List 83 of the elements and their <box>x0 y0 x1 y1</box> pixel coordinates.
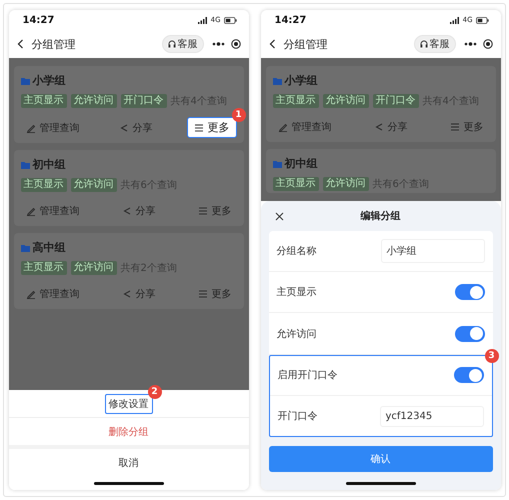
customer-service-button[interactable]: 客服 <box>414 35 456 53</box>
more-button[interactable]: 更多 <box>444 117 488 137</box>
battery-icon <box>476 16 488 24</box>
field-label: 允许访问 <box>276 328 316 340</box>
status-time: 14:27 <box>274 14 306 26</box>
pencil-icon <box>26 289 36 299</box>
step-badge: 1 <box>232 108 246 122</box>
status-time: 14:27 <box>22 14 54 26</box>
headset-icon <box>168 40 176 48</box>
manage-button[interactable]: 管理查询 <box>20 284 84 304</box>
home-indicator <box>94 482 164 484</box>
home-indicator <box>346 482 416 484</box>
menu-icon <box>198 289 208 299</box>
step-badge: 3 <box>484 348 498 363</box>
pencil-icon <box>26 122 36 132</box>
field-label: 启用开门口令 <box>278 368 338 382</box>
menu-icon <box>450 122 460 132</box>
manage-button[interactable]: 管理查询 <box>272 117 336 137</box>
share-button[interactable]: 分享 <box>368 117 412 137</box>
feature-tag: 主页显示 <box>20 261 66 275</box>
close-icon <box>274 212 284 221</box>
battery-icon <box>224 16 236 24</box>
sheet-option[interactable]: 取消 <box>114 452 142 472</box>
text-field[interactable]: ycf12345 <box>380 406 484 427</box>
folder-icon <box>20 244 30 252</box>
feature-tag: 允许访问 <box>322 94 368 108</box>
feature-tag: 主页显示 <box>272 177 318 191</box>
manage-button[interactable]: 管理查询 <box>20 118 84 138</box>
folder-icon <box>20 160 30 168</box>
sheet-title: 编辑分组 <box>360 210 400 223</box>
more-dots-icon <box>212 42 224 46</box>
page-title: 分组管理 <box>32 36 76 52</box>
more-button[interactable]: 更多 <box>192 284 236 304</box>
share-icon <box>122 206 132 216</box>
field-label: 开门口令 <box>278 410 318 424</box>
pencil-icon <box>26 206 36 216</box>
group-name: 初中组 <box>284 156 318 171</box>
share-icon <box>122 289 132 299</box>
feature-tag: 允许访问 <box>322 177 368 191</box>
folder-icon <box>20 76 30 84</box>
field-label: 主页显示 <box>276 286 316 300</box>
share-button[interactable]: 分享 <box>116 284 160 304</box>
folder-icon <box>272 160 282 168</box>
target-icon <box>230 39 240 49</box>
feature-tag: 允许访问 <box>70 178 116 192</box>
page-title: 分组管理 <box>284 36 328 52</box>
group-name: 小学组 <box>284 73 318 88</box>
feature-tag: 允许访问 <box>70 94 116 108</box>
menu-icon <box>198 206 208 216</box>
more-button[interactable]: 更多 <box>192 201 236 221</box>
share-icon <box>118 122 128 132</box>
field-label: 分组名称 <box>276 245 316 258</box>
toggle-switch[interactable] <box>454 367 484 384</box>
folder-icon <box>272 76 282 84</box>
back-icon <box>268 39 276 49</box>
share-button[interactable]: 分享 <box>114 118 158 138</box>
pencil-icon <box>278 122 288 132</box>
sheet-option[interactable]: 删除分组 <box>104 422 152 442</box>
more-button[interactable]: 更多 <box>186 117 236 138</box>
feature-tag: 开门口令 <box>120 94 166 108</box>
feature-tag: 主页显示 <box>272 94 318 108</box>
headset-icon <box>420 40 428 48</box>
manage-button[interactable]: 管理查询 <box>20 201 84 221</box>
group-name: 高中组 <box>32 240 66 255</box>
toggle-switch[interactable] <box>454 284 484 300</box>
toggle-switch[interactable] <box>454 326 484 342</box>
feature-tag: 允许访问 <box>70 261 116 275</box>
share-icon <box>374 122 384 132</box>
target-icon <box>482 39 492 49</box>
back-icon <box>16 39 24 49</box>
feature-tag: 开门口令 <box>372 94 418 108</box>
group-name: 初中组 <box>32 157 66 172</box>
group-name: 小学组 <box>32 73 66 88</box>
text-field[interactable]: 小学组 <box>380 239 484 264</box>
signal-icon <box>450 16 460 24</box>
signal-icon <box>198 16 208 24</box>
confirm-button[interactable]: 确认 <box>268 446 492 472</box>
feature-tag: 主页显示 <box>20 94 66 108</box>
share-button[interactable]: 分享 <box>116 201 160 221</box>
feature-tag: 主页显示 <box>20 178 66 192</box>
more-dots-icon <box>464 42 476 46</box>
customer-service-button[interactable]: 客服 <box>162 35 204 53</box>
menu-icon <box>194 122 204 132</box>
